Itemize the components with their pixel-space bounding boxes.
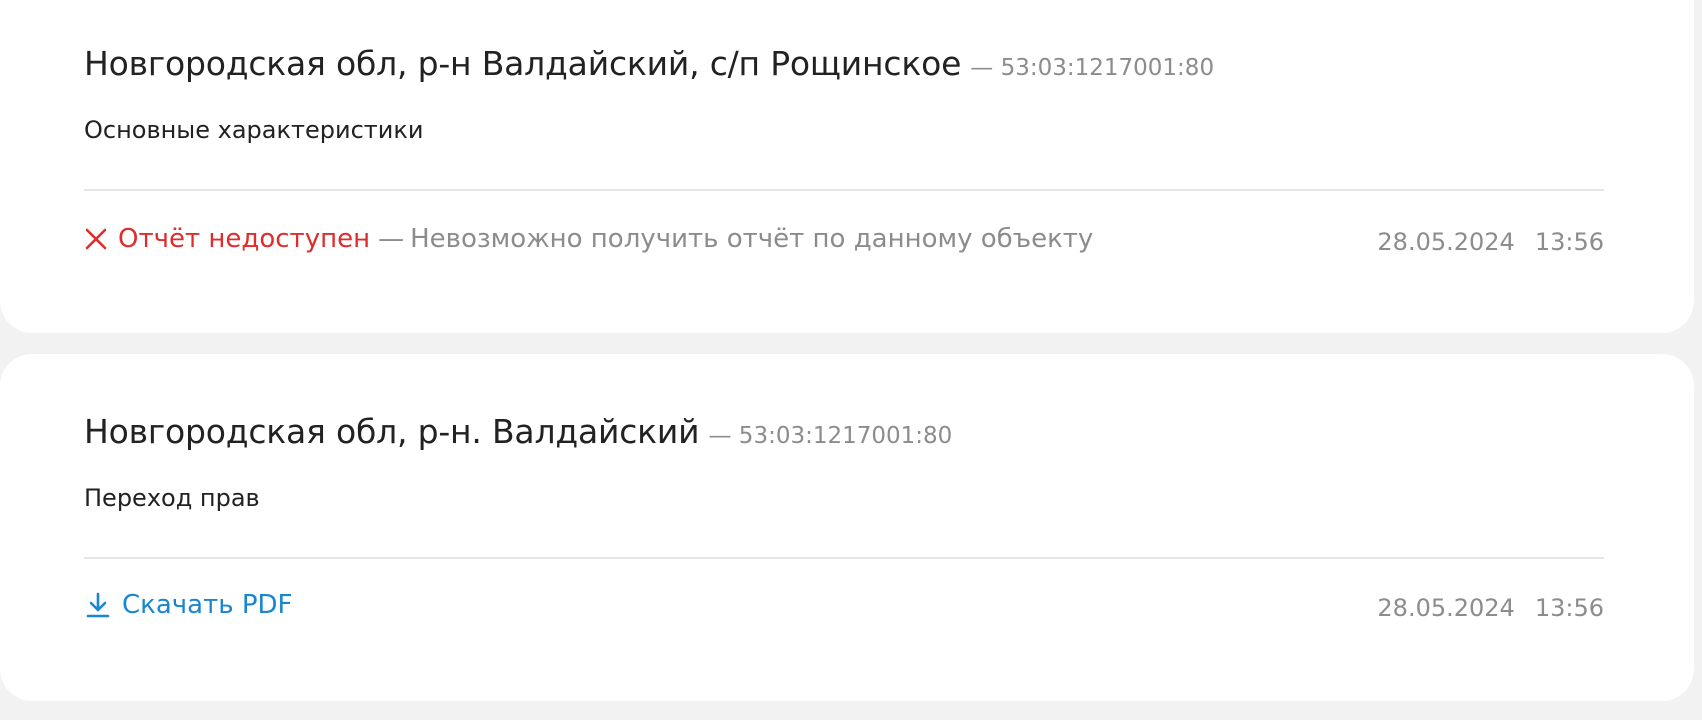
status-description: Невозможно получить отчёт по данному объ…	[410, 224, 1094, 254]
report-card: Новгородская обл, р-н Валдайский, с/п Ро…	[0, 0, 1694, 333]
report-time: 13:56	[1534, 594, 1604, 622]
status-label: Отчёт недоступен	[118, 224, 371, 254]
report-status: Отчёт недоступен — Невозможно получить о…	[84, 224, 1093, 254]
report-card: Новгородская обл, р-н. Валдайский — 53:0…	[0, 354, 1694, 701]
property-address: Новгородская обл, р-н. Валдайский	[84, 412, 700, 451]
report-type: Переход прав	[84, 484, 260, 512]
report-datetime: 28.05.2024 13:56	[1377, 594, 1604, 622]
report-header: Новгородская обл, р-н. Валдайский — 53:0…	[84, 412, 952, 451]
report-datetime: 28.05.2024 13:56	[1377, 228, 1604, 256]
download-pdf-link[interactable]: Скачать PDF	[84, 590, 292, 620]
status-separator: —	[378, 224, 405, 254]
cadastral-number: — 53:03:1217001:80	[708, 423, 953, 449]
report-time: 13:56	[1534, 228, 1604, 256]
divider	[84, 189, 1604, 191]
report-date: 28.05.2024	[1377, 594, 1515, 622]
report-date: 28.05.2024	[1377, 228, 1515, 256]
cadastral-number: — 53:03:1217001:80	[970, 55, 1215, 81]
property-address: Новгородская обл, р-н Валдайский, с/п Ро…	[84, 44, 962, 83]
report-type: Основные характеристики	[84, 116, 424, 144]
close-icon	[84, 227, 108, 251]
report-header: Новгородская обл, р-н Валдайский, с/п Ро…	[84, 44, 1214, 83]
download-pdf-label[interactable]: Скачать PDF	[122, 590, 292, 620]
divider	[84, 557, 1604, 559]
download-icon[interactable]	[84, 591, 112, 619]
